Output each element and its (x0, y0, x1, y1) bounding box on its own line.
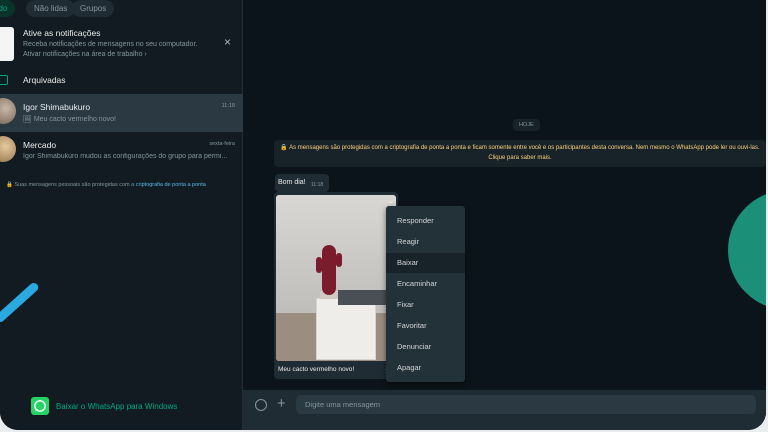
notification-bell-icon (0, 27, 14, 61)
notification-description: Receba notificações de mensagens no seu … (23, 41, 198, 48)
encryption-system-message[interactable]: 🔒 As mensagens são protegidas com a crip… (274, 140, 766, 167)
chat-item-igor[interactable]: Igor Shimabukuro 11:18 🖼 Meu cacto verme… (0, 94, 243, 132)
filter-chips: udo Não lidas Grupos (0, 0, 243, 18)
menu-item-reply[interactable]: Responder (386, 211, 465, 231)
filter-chip-unread[interactable]: Não lidas (26, 0, 76, 17)
attach-plus-icon[interactable]: + (277, 395, 286, 412)
whatsapp-logo-icon (31, 397, 49, 415)
chat-item-mercado[interactable]: Mercado sexta-feira Igor Shimabukuro mud… (0, 132, 243, 170)
encryption-note: 🔒 Suas mensagens pessoais são protegidas… (6, 182, 206, 188)
notification-banner[interactable]: Ative as notificações Receba notificaçõe… (0, 22, 243, 66)
avatar (0, 98, 16, 124)
whatsapp-window: udo Não lidas Grupos Ative as notificaçõ… (0, 0, 766, 430)
image-message-bubble[interactable]: Meu cacto vermelho novo! 1 (274, 192, 398, 379)
chat-list-pane: udo Não lidas Grupos Ative as notificaçõ… (0, 0, 243, 430)
menu-item-forward[interactable]: Encaminhar (386, 274, 465, 294)
avatar (0, 136, 16, 162)
date-chip: HOJE (513, 119, 540, 131)
archived-label: Arquivadas (23, 75, 66, 85)
menu-item-report[interactable]: Denunciar (386, 337, 465, 357)
message-text: Bom dia! (278, 179, 306, 186)
filter-chip-groups[interactable]: Grupos (72, 0, 115, 17)
emoji-icon[interactable] (255, 399, 267, 411)
chat-time: sexta-feira (209, 141, 235, 147)
close-icon[interactable]: × (224, 35, 231, 49)
download-app-label: Baixar o WhatsApp para Windows (56, 402, 178, 411)
decorative-circle (728, 190, 766, 310)
encryption-link[interactable]: criptografia de ponta a ponta (136, 182, 206, 188)
menu-item-delete[interactable]: Apagar (386, 358, 465, 378)
chat-preview: 🖼 Meu cacto vermelho novo! (23, 116, 116, 123)
message-composer: + Digite uma mensagem (243, 390, 766, 430)
message-photo[interactable] (276, 195, 396, 361)
message-input[interactable]: Digite uma mensagem (296, 395, 756, 414)
archive-icon (0, 75, 8, 85)
filter-chip-all[interactable]: udo (0, 0, 16, 17)
message-time: 11:18 (311, 182, 324, 188)
menu-item-star[interactable]: Favoritar (386, 316, 465, 336)
chat-name: Mercado (23, 140, 57, 150)
conversation-pane: HOJE 🔒 As mensagens são protegidas com a… (243, 0, 766, 430)
chat-preview: Igor Shimabukuro mudou as configurações … (23, 153, 228, 160)
enable-notifications-link[interactable]: Ativar notificações na área de trabalho … (23, 51, 147, 58)
menu-item-react[interactable]: Reagir (386, 232, 465, 252)
archived-row[interactable]: Arquivadas (0, 70, 243, 92)
chat-name: Igor Shimabukuro (23, 102, 91, 112)
encryption-note-text: 🔒 Suas mensagens pessoais são protegidas… (6, 182, 136, 188)
chat-time: 11:18 (221, 103, 235, 109)
message-bubble[interactable]: Bom dia! 11:18 (275, 174, 329, 192)
notification-title: Ative as notificações (23, 28, 101, 38)
menu-item-download[interactable]: Baixar (386, 253, 465, 273)
message-context-menu: Responder Reagir Baixar Encaminhar Fixar… (386, 206, 465, 382)
decorative-stripe (0, 281, 41, 324)
image-caption: Meu cacto vermelho novo! (278, 366, 355, 373)
menu-item-pin[interactable]: Fixar (386, 295, 465, 315)
